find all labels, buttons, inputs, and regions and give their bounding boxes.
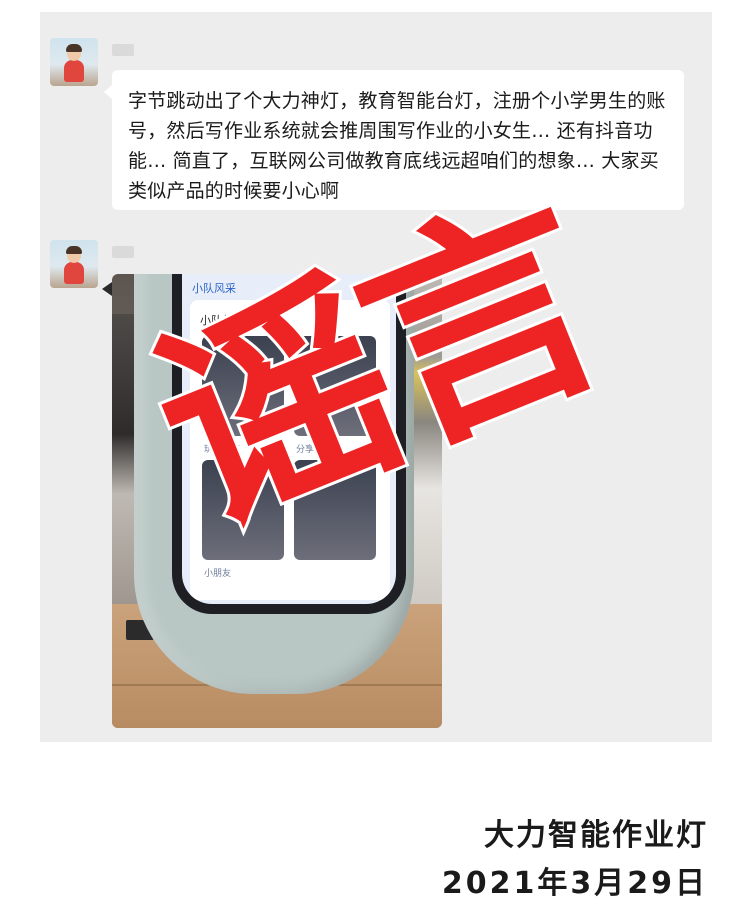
sender-name-blur-2 (112, 246, 134, 258)
screen-card: 小队任务风采 玩玩分享 分享 小朋友 (190, 300, 390, 600)
avatar-figure (64, 60, 84, 82)
sender-avatar[interactable] (50, 38, 98, 86)
caption-title: 大力智能作业灯 (484, 818, 708, 853)
photo-tail (102, 282, 112, 296)
caption-date: 2021年3月29日 (441, 866, 708, 901)
video-thumbnail (294, 336, 376, 436)
lamp-screen: 小队风采 小队任务风采 玩玩分享 分享 小朋友 (172, 274, 406, 614)
video-thumbnail (202, 336, 284, 436)
screen-subtitle: 小队任务风采 (200, 314, 266, 327)
message-photo[interactable]: 小队风采 小队任务风采 玩玩分享 分享 小朋友 (112, 274, 442, 728)
message-text: 字节跳动出了个大力神灯，教育智能台灯，注册个小学男生的账号，然后写作业系统就会推… (128, 90, 666, 202)
sender-name-blur (112, 44, 134, 56)
thumbnail-caption: 玩玩分享 (204, 445, 241, 455)
sender-avatar-2[interactable] (50, 240, 98, 288)
thumbnail-caption: 分享 (296, 445, 315, 455)
message-bubble[interactable]: 字节跳动出了个大力神灯，教育智能台灯，注册个小学男生的账号，然后写作业系统就会推… (112, 70, 684, 210)
video-thumbnail (202, 460, 284, 560)
video-thumbnail (294, 460, 376, 560)
study-lamp: 小队风采 小队任务风采 玩玩分享 分享 小朋友 (134, 274, 414, 694)
thumbnail-caption: 小朋友 (204, 569, 232, 579)
screen-header: 小队风采 (192, 282, 236, 295)
chat-screenshot: 字节跳动出了个大力神灯，教育智能台灯，注册个小学男生的账号，然后写作业系统就会推… (40, 12, 712, 742)
